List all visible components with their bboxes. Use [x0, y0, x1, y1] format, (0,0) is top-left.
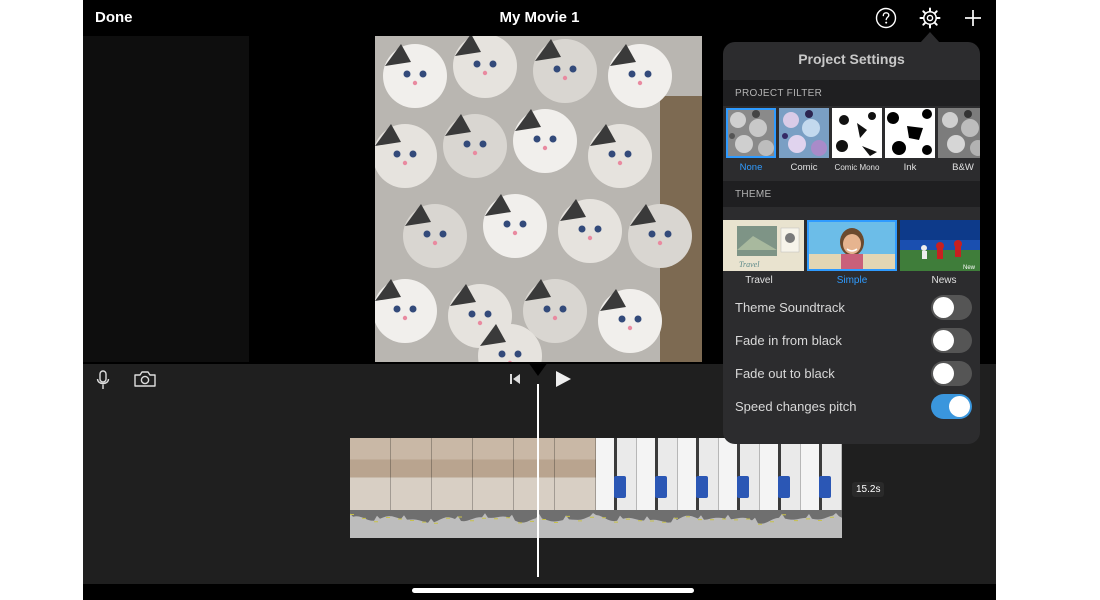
- filter-label-bw: B&W: [952, 162, 974, 173]
- clip-frame: [596, 438, 637, 510]
- clip-frame: [514, 438, 555, 510]
- clip-frame-object: [614, 476, 626, 498]
- playhead-marker: [528, 362, 548, 376]
- clip-frame: [760, 438, 801, 510]
- clip-duration-label: 15.2s: [852, 482, 885, 497]
- filter-label-comic-mono: Comic Mono: [834, 163, 880, 172]
- camera-icon[interactable]: [133, 370, 157, 388]
- clip-frame: [637, 438, 678, 510]
- theme-travel[interactable]: Travel: [723, 220, 804, 271]
- help-icon[interactable]: [875, 7, 897, 29]
- speed-pitch-toggle[interactable]: [931, 394, 972, 419]
- media-browser-panel: [83, 36, 249, 362]
- plus-icon[interactable]: [962, 7, 984, 29]
- video-clips-track[interactable]: [350, 438, 842, 510]
- filter-comic[interactable]: [779, 108, 829, 158]
- skip-back-icon[interactable]: [508, 372, 522, 386]
- top-bar: Done My Movie 1: [83, 0, 996, 36]
- fade-in-toggle[interactable]: [931, 328, 972, 353]
- gear-icon[interactable]: [919, 7, 941, 29]
- fade-out-toggle[interactable]: [931, 361, 972, 386]
- clip-frame: [719, 438, 760, 510]
- theme-soundtrack-label: Theme Soundtrack: [735, 300, 845, 315]
- theme-simple[interactable]: [807, 220, 897, 271]
- travel-badge-text: Travel: [739, 260, 760, 269]
- popover-title: Project Settings: [798, 51, 905, 67]
- filter-label-none: None: [739, 162, 763, 173]
- clip-frame-object: [696, 476, 708, 498]
- playhead[interactable]: [537, 384, 539, 577]
- filter-bw[interactable]: [938, 108, 980, 158]
- project-settings-popover: Project Settings PROJECT FILTER None Com…: [723, 42, 980, 444]
- toggle-knob: [933, 297, 954, 318]
- play-icon[interactable]: [554, 370, 572, 388]
- toggle-knob: [949, 396, 970, 417]
- waveform: [350, 513, 842, 538]
- clip-frame: [801, 438, 842, 510]
- filter-ink[interactable]: [885, 108, 935, 158]
- clip-frame: [350, 438, 391, 510]
- filter-label-comic: Comic: [790, 162, 818, 173]
- clip-frame-object: [655, 476, 667, 498]
- project-title: My Movie 1: [499, 9, 580, 26]
- clip-frame: [391, 438, 432, 510]
- imovie-screen: Done My Movie 1 15.2s Project Settings P…: [83, 0, 996, 600]
- theme-label-travel: Travel: [745, 275, 773, 286]
- project-filter-header: PROJECT FILTER: [723, 80, 980, 106]
- clip-frame: [555, 438, 596, 510]
- microphone-icon[interactable]: [95, 369, 111, 391]
- news-badge-text: New: [963, 265, 976, 271]
- theme-header: THEME: [723, 181, 980, 207]
- kittens-image: [375, 36, 702, 362]
- clip-frame: [432, 438, 473, 510]
- clip-frame: [678, 438, 719, 510]
- fade-out-label: Fade out to black: [735, 366, 835, 381]
- filter-comic-mono[interactable]: [832, 108, 882, 158]
- theme-label-news: News: [931, 275, 957, 286]
- fade-in-label: Fade in from black: [735, 333, 842, 348]
- toggle-knob: [933, 363, 954, 384]
- audio-waveform-track[interactable]: [350, 510, 842, 538]
- video-preview[interactable]: [375, 36, 702, 362]
- speed-pitch-label: Speed changes pitch: [735, 399, 857, 414]
- clip-frame-object: [778, 476, 790, 498]
- filter-none[interactable]: [726, 108, 776, 158]
- filter-label-ink: Ink: [903, 162, 917, 173]
- clip-frame-object: [819, 476, 831, 498]
- clip-frame: [473, 438, 514, 510]
- theme-label-simple: Simple: [836, 275, 868, 286]
- theme-soundtrack-toggle[interactable]: [931, 295, 972, 320]
- clip-frame-object: [737, 476, 749, 498]
- theme-news[interactable]: New: [900, 220, 980, 271]
- home-indicator[interactable]: [412, 588, 694, 593]
- toggle-knob: [933, 330, 954, 351]
